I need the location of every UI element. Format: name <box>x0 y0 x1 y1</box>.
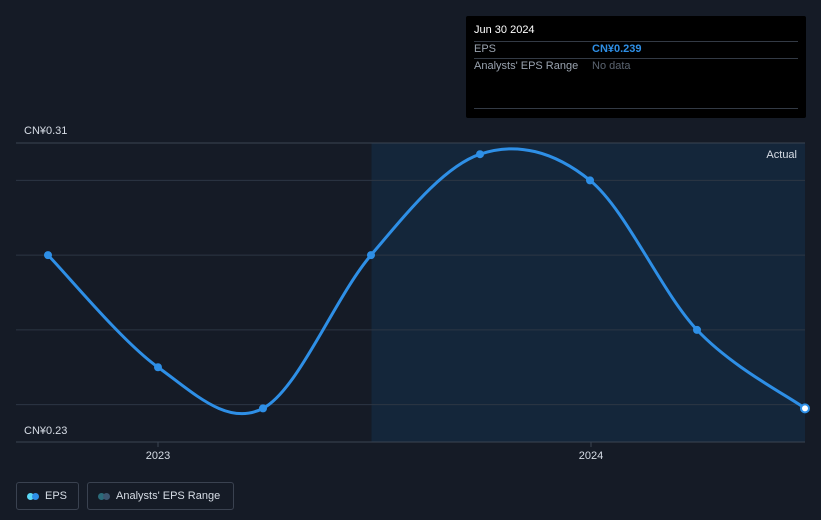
tooltip-divider <box>474 58 798 59</box>
legend-eps-button[interactable]: EPS <box>16 482 79 510</box>
eps-point[interactable] <box>367 251 375 260</box>
eps-point[interactable] <box>154 363 162 372</box>
tooltip: Jun 30 2024 EPS CN¥0.239 Analysts' EPS R… <box>466 16 806 118</box>
eps-point[interactable] <box>693 325 701 334</box>
tooltip-eps-value: CN¥0.239 <box>592 43 642 55</box>
eps-point[interactable] <box>44 251 52 260</box>
actual-region <box>371 143 805 442</box>
legend-eps-label: EPS <box>45 490 68 502</box>
legend-range-button[interactable]: Analysts' EPS Range <box>87 482 234 510</box>
tooltip-date: Jun 30 2024 <box>474 24 535 36</box>
eps-legend-icon <box>27 492 39 500</box>
tooltip-divider <box>474 41 798 42</box>
tooltip-range-label: Analysts' EPS Range <box>474 60 579 72</box>
y-label-top: CN¥0.31 <box>24 125 67 137</box>
legend-range-label: Analysts' EPS Range <box>116 490 221 502</box>
x-ticks: 2023 2024 <box>146 442 603 462</box>
eps-point[interactable] <box>476 150 484 159</box>
x-tick-label: 2024 <box>579 450 603 462</box>
y-label-bottom: CN¥0.23 <box>24 425 67 437</box>
eps-point[interactable] <box>259 404 267 413</box>
eps-point[interactable] <box>586 176 594 185</box>
tooltip-divider <box>474 108 798 109</box>
x-tick-label: 2023 <box>146 450 170 462</box>
tooltip-eps-label: EPS <box>474 43 497 55</box>
actual-label: Actual <box>766 149 797 161</box>
tooltip-range-value: No data <box>592 60 631 72</box>
range-legend-icon <box>98 492 110 500</box>
eps-point[interactable] <box>800 403 810 414</box>
